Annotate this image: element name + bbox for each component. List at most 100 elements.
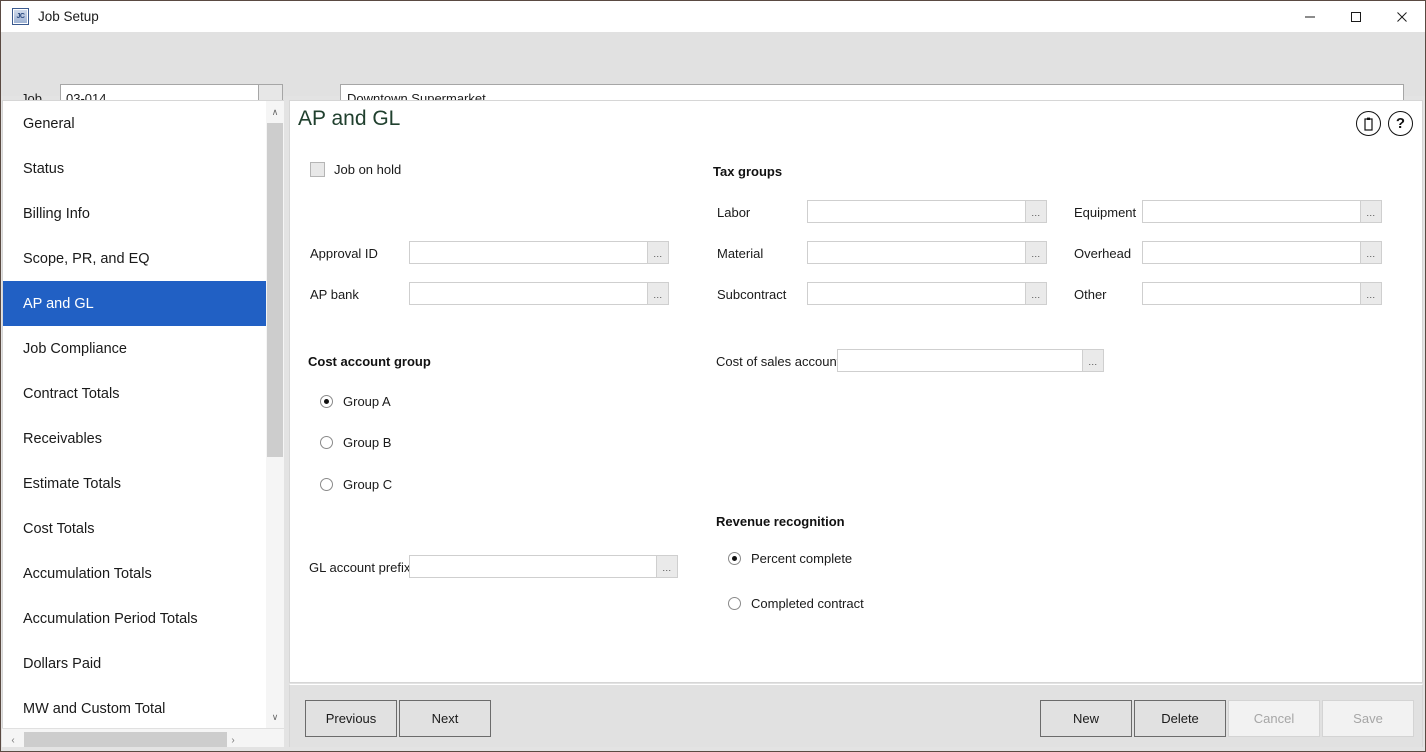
sidebar-item-dollars-paid[interactable]: Dollars Paid [3, 641, 268, 686]
sidebar-item-contract-totals[interactable]: Contract Totals [3, 371, 268, 416]
sidebar-item-mw-and-custom-total[interactable]: MW and Custom Total [3, 686, 268, 728]
ap-bank-lookup-button[interactable]: ... [648, 282, 669, 305]
ap-bank-label: AP bank [310, 287, 359, 302]
sidebar-item-job-compliance[interactable]: Job Compliance [3, 326, 268, 371]
gl-account-prefix-lookup-button[interactable]: ... [657, 555, 678, 578]
tax-other-lookup-button[interactable]: ... [1361, 282, 1382, 305]
approval-id-lookup-button[interactable]: ... [648, 241, 669, 264]
cost-group-a-radio[interactable] [320, 395, 333, 408]
tax-labor-label: Labor [717, 205, 751, 220]
ap-bank-input[interactable] [409, 282, 648, 305]
window-title: Job Setup [38, 9, 99, 24]
sidebar-item-label: Status [23, 160, 65, 177]
sidebar-item-label: Receivables [23, 430, 102, 447]
gl-account-prefix-field: ... [409, 555, 678, 578]
tax-subcontract-input[interactable] [807, 282, 1026, 305]
sidebar-nav: General Status Billing Info Scope, PR, and … [2, 100, 269, 729]
sidebar-item-label: Scope, PR, and EQ [23, 250, 150, 267]
window-footer-edge [1, 747, 1425, 751]
cost-of-sales-account-lookup-button[interactable]: ... [1083, 349, 1104, 372]
sidebar-item-label: General [23, 115, 75, 132]
percent-complete-option[interactable]: Percent complete [728, 551, 852, 566]
cancel-button: Cancel [1228, 700, 1320, 737]
sidebar-item-label: Billing Info [23, 205, 90, 222]
app-icon-label: JC [16, 13, 25, 20]
clipboard-icon[interactable] [1356, 111, 1381, 136]
cost-account-group-heading: Cost account group [308, 354, 431, 369]
page-title: AP and GL [298, 107, 401, 130]
tax-material-lookup-button[interactable]: ... [1026, 241, 1047, 264]
minimize-icon[interactable] [1287, 1, 1333, 32]
percent-complete-label: Percent complete [751, 551, 853, 566]
tax-subcontract-lookup-button[interactable]: ... [1026, 282, 1047, 305]
tax-overhead-field: ... [1142, 241, 1382, 264]
cost-group-c-radio[interactable] [320, 478, 333, 491]
sidebar-item-label: Estimate Totals [23, 475, 122, 492]
cost-of-sales-account-label: Cost of sales account [716, 354, 841, 369]
cost-group-b-radio[interactable] [320, 436, 333, 449]
approval-id-input[interactable] [409, 241, 648, 264]
sidebar-item-billing-info[interactable]: Billing Info [3, 191, 268, 236]
job-on-hold-row[interactable]: Job on hold [310, 162, 401, 177]
vertical-scroll-thumb[interactable] [267, 123, 283, 457]
tax-equipment-label: Equipment [1074, 205, 1137, 220]
gl-account-prefix-input[interactable] [409, 555, 657, 578]
cost-group-c-option[interactable]: Group C [320, 477, 392, 492]
tax-material-field: ... [807, 241, 1047, 264]
tax-other-label: Other [1074, 287, 1107, 302]
sidebar-item-label: Accumulation Period Totals [23, 610, 198, 627]
sidebar-item-receivables[interactable]: Receivables [3, 416, 268, 461]
job-on-hold-checkbox[interactable] [310, 162, 325, 177]
scroll-up-icon[interactable]: ∧ [266, 103, 284, 121]
previous-button[interactable]: Previous [305, 700, 397, 737]
horizontal-scroll-thumb[interactable] [24, 732, 227, 748]
cost-group-b-label: Group B [343, 435, 392, 450]
tax-labor-lookup-button[interactable]: ... [1026, 200, 1047, 223]
sidebar-item-label: AP and GL [23, 295, 94, 312]
sidebar-item-scope-pr-and-eq[interactable]: Scope, PR, and EQ [3, 236, 268, 281]
cost-of-sales-account-input[interactable] [837, 349, 1083, 372]
sidebar-item-cost-totals[interactable]: Cost Totals [3, 506, 268, 551]
tax-other-input[interactable] [1142, 282, 1361, 305]
new-button[interactable]: New [1040, 700, 1132, 737]
tax-labor-input[interactable] [807, 200, 1026, 223]
completed-contract-option[interactable]: Completed contract [728, 596, 864, 611]
sidebar-item-accumulation-totals[interactable]: Accumulation Totals [3, 551, 268, 596]
tax-subcontract-label: Subcontract [717, 287, 787, 302]
title-bar: JC Job Setup [1, 1, 1425, 32]
cost-group-a-label: Group A [343, 394, 391, 409]
help-icon[interactable]: ? [1388, 111, 1413, 136]
revenue-recognition-heading: Revenue recognition [716, 514, 845, 529]
completed-contract-radio[interactable] [728, 597, 741, 610]
sidebar-item-label: Cost Totals [23, 520, 95, 537]
tax-material-input[interactable] [807, 241, 1026, 264]
tax-subcontract-field: ... [807, 282, 1047, 305]
delete-button[interactable]: Delete [1134, 700, 1226, 737]
sidebar-item-status[interactable]: Status [3, 146, 268, 191]
tax-equipment-field: ... [1142, 200, 1382, 223]
sidebar-item-accumulation-period-totals[interactable]: Accumulation Period Totals [3, 596, 268, 641]
panel-header-icons: ? [1356, 111, 1413, 136]
sidebar-item-ap-and-gl[interactable]: AP and GL [3, 281, 268, 326]
cost-group-a-option[interactable]: Group A [320, 394, 391, 409]
approval-id-label: Approval ID [310, 246, 378, 261]
tax-equipment-input[interactable] [1142, 200, 1361, 223]
tax-other-field: ... [1142, 282, 1382, 305]
cost-group-b-option[interactable]: Group B [320, 435, 391, 450]
tax-overhead-lookup-button[interactable]: ... [1361, 241, 1382, 264]
sidebar-vertical-scrollbar[interactable]: ∧ ∨ [266, 100, 284, 729]
close-icon[interactable] [1379, 1, 1425, 32]
tax-overhead-label: Overhead [1074, 246, 1132, 261]
percent-complete-radio[interactable] [728, 552, 741, 565]
scroll-down-icon[interactable]: ∨ [266, 708, 284, 726]
tax-equipment-lookup-button[interactable]: ... [1361, 200, 1382, 223]
main-panel: AP and GL ? Job on hold Approval ID ... … [289, 100, 1423, 683]
cost-of-sales-account-field: ... [837, 349, 1104, 372]
job-header-bar: Job ... [1, 32, 1425, 112]
maximize-icon[interactable] [1333, 1, 1379, 32]
next-button[interactable]: Next [399, 700, 491, 737]
app-icon: JC [12, 8, 29, 25]
tax-overhead-input[interactable] [1142, 241, 1361, 264]
sidebar-item-estimate-totals[interactable]: Estimate Totals [3, 461, 268, 506]
sidebar-item-general[interactable]: General [3, 101, 268, 146]
